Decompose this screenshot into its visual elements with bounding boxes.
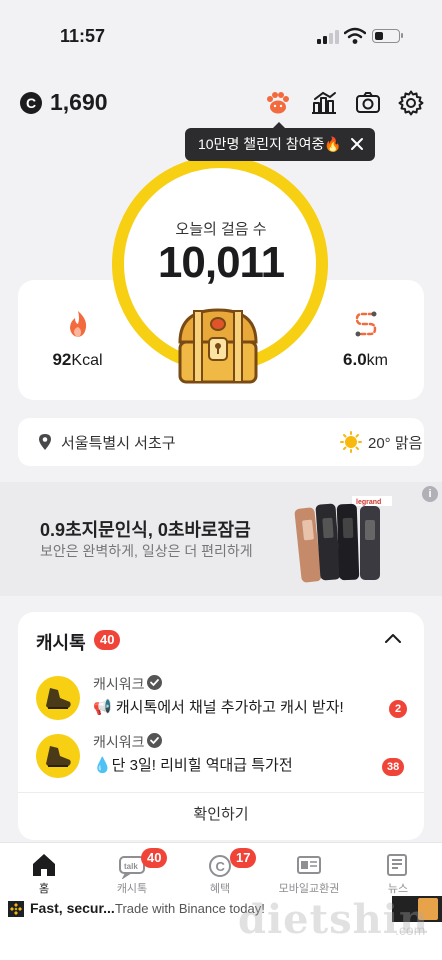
tab-label: 캐시톡 [116, 883, 148, 895]
distance-value: 6.0 [343, 350, 367, 369]
location-name: 서울특별시 서초구 [61, 435, 176, 452]
ad-banner[interactable]: 0.9초지문인식, 0초바로잠금 보안은 완벽하게, 일상은 더 편리하게 i … [0, 482, 442, 596]
flame-icon [69, 311, 86, 337]
verified-check-icon [147, 675, 162, 690]
location-weather-card[interactable]: 서울특별시 서초구 20° 맑음 [18, 418, 424, 466]
shoe-icon [46, 688, 71, 709]
svg-text:talk: talk [124, 862, 138, 871]
calories-value: 92 [52, 350, 72, 369]
tab-home[interactable]: 홈 [0, 843, 88, 897]
door-lock-product-image: legrand [294, 496, 392, 583]
steps-count: 10,011 [157, 238, 285, 287]
stats-icon[interactable] [310, 89, 338, 117]
wifi-icon [344, 27, 366, 44]
voucher-icon [297, 856, 321, 874]
svg-text:C: C [216, 859, 226, 874]
cashtalk-title: 캐시톡 [36, 633, 86, 653]
message-unread-badge: 38 [382, 758, 405, 776]
avatar [36, 734, 80, 778]
route-icon [355, 311, 376, 337]
challenge-tooltip[interactable]: 10만명 챌린지 참여중🔥 [185, 122, 375, 161]
location-pin-icon [39, 434, 51, 450]
confirm-button[interactable]: 확인하기 [18, 793, 424, 840]
coin-balance[interactable]: 1,690 [50, 89, 108, 116]
status-bar: 11:57 [0, 0, 442, 70]
tab-news[interactable]: 뉴스 [354, 843, 442, 897]
home-icon [33, 854, 55, 876]
ad-info-icon[interactable]: i [422, 486, 438, 502]
close-icon[interactable] [349, 136, 365, 152]
ad-title: 0.9초지문인식, 0초바로잠금 [40, 520, 251, 540]
ad-brand: legrand [356, 499, 381, 506]
tab-label: 혜택 [209, 883, 231, 895]
tab-label: 홈 [38, 883, 50, 895]
tab-cashtalk[interactable]: talk 40 캐시톡 [88, 843, 176, 897]
tab-mobile-voucher[interactable]: 모바일교환권 [265, 843, 353, 897]
battery-icon [372, 29, 403, 43]
calories-stat: 92Kcal [40, 310, 115, 370]
cellular-signal-icon [317, 30, 339, 44]
gear-icon[interactable] [397, 89, 425, 117]
weather-text: 20° 맑음 [368, 435, 423, 452]
shoe-icon [46, 746, 71, 767]
sun-icon [340, 431, 362, 453]
tab-label: 뉴스 [387, 883, 409, 895]
message-sender: 캐시워크 [93, 676, 145, 692]
distance-stat: 6.0km [328, 310, 403, 370]
message-text: 💧단 3일! 리비힐 역대급 특가전 [93, 757, 293, 774]
treasure-chest-icon[interactable] [172, 302, 264, 388]
status-time: 11:57 [60, 26, 106, 46]
paw-icon[interactable] [264, 89, 292, 117]
list-item[interactable]: 캐시워크 💧단 3일! 리비힐 역대급 특가전 38 [18, 730, 424, 790]
message-sender: 캐시워크 [93, 734, 145, 750]
tooltip-text: 10만명 챌린지 참여중🔥 [198, 136, 342, 152]
cashtalk-card: 캐시톡 40 캐시워크 📢 캐시톡에서 채널 추가하고 캐시 받자! 2 캐시워… [18, 612, 424, 840]
watermark-suffix: .com [395, 922, 426, 938]
tab-benefits[interactable]: C 17 혜택 [176, 843, 264, 897]
news-icon [387, 854, 407, 876]
steps-label: 오늘의 걸음 수 [175, 221, 267, 238]
coin-icon: C [20, 92, 42, 114]
distance-unit: km [366, 352, 388, 369]
binance-logo-icon [8, 901, 24, 917]
tab-badge: 40 [141, 848, 168, 868]
bottom-tab-bar: 홈 talk 40 캐시톡 C 17 혜택 모바일교환권 뉴스 [0, 842, 442, 896]
tab-label: 모바일교환권 [278, 883, 340, 895]
chevron-up-icon[interactable] [384, 631, 402, 645]
verified-check-icon [147, 733, 162, 748]
ad-subtitle: 보안은 완벽하게, 일상은 더 편리하게 [40, 543, 253, 559]
calories-unit: Kcal [71, 352, 103, 369]
message-text: 📢 캐시톡에서 채널 추가하고 캐시 받자! [93, 699, 344, 716]
app-header: C 1,690 [0, 86, 442, 122]
bottom-ad-title: Fast, secur... [30, 900, 115, 916]
tab-badge: 17 [230, 848, 257, 868]
avatar [36, 676, 80, 720]
message-unread-badge: 2 [389, 700, 407, 718]
list-item[interactable]: 캐시워크 📢 캐시톡에서 채널 추가하고 캐시 받자! 2 [18, 672, 424, 732]
camera-icon[interactable] [354, 89, 382, 117]
cashtalk-unread-badge: 40 [94, 630, 121, 650]
